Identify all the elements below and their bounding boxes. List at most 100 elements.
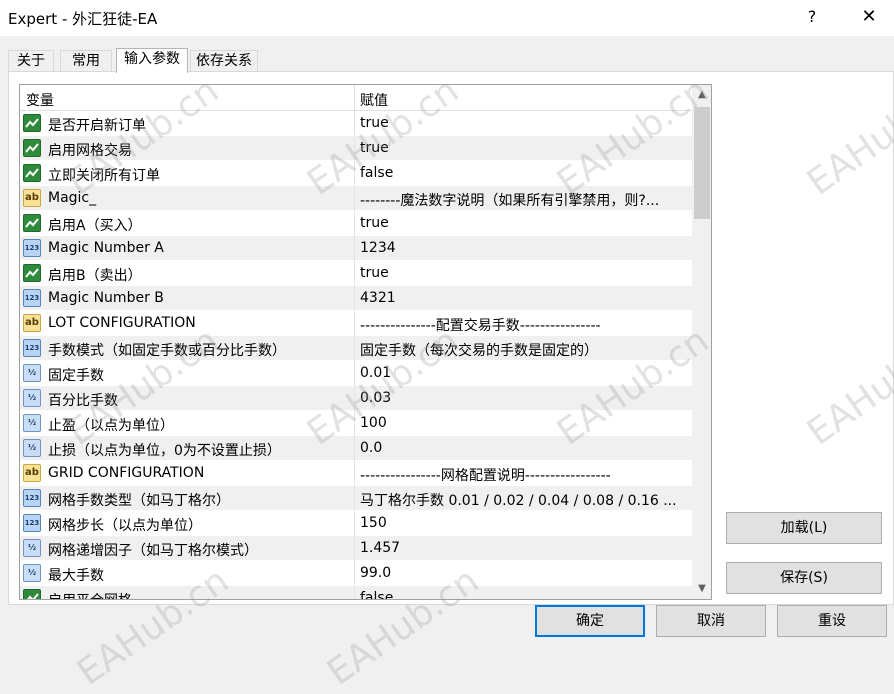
parameter-name: 立即关闭所有订单 <box>48 168 160 184</box>
cell-divider <box>354 461 355 486</box>
parameter-value[interactable]: 0.03 <box>360 390 690 406</box>
parameter-row[interactable]: ab GRID CONFIGURATION ----------------网格配置… <box>20 461 692 486</box>
parameter-row[interactable]: ½ 固定手数 0.01 <box>20 361 692 386</box>
parameter-row[interactable]: ½ 网格递增因子（如马丁格尔模式） 1.457 <box>20 536 692 561</box>
close-button[interactable]: ✕ <box>856 4 882 30</box>
number-123-icon: 123 <box>23 239 41 257</box>
bool-toggle-icon <box>23 139 41 157</box>
parameter-row[interactable]: ab LOT CONFIGURATION ---------------配置交易手数… <box>20 311 692 336</box>
parameter-row[interactable]: 123 网格步长（以点为单位） 150 <box>20 511 692 536</box>
parameter-row[interactable]: 是否开启新订单 true <box>20 111 692 136</box>
scroll-down-arrow-icon[interactable]: ▼ <box>692 579 711 599</box>
grid-rows: 是否开启新订单 true 启用网格交易 true 立即关闭所有订单 false ab Magi… <box>20 111 692 599</box>
parameter-name: 启用网格交易 <box>48 143 132 159</box>
parameter-name: 止损（以点为单位，0为不设置止损） <box>48 443 281 459</box>
column-header-variable[interactable]: 变量 <box>26 90 54 110</box>
number-123-icon: 123 <box>23 514 41 532</box>
scroll-up-arrow-icon[interactable]: ▲ <box>692 85 711 105</box>
parameter-value[interactable]: 150 <box>360 515 690 531</box>
parameter-row[interactable]: ½ 最大手数 99.0 <box>20 561 692 586</box>
parameter-value[interactable]: 0.0 <box>360 440 690 456</box>
parameter-value[interactable]: true <box>360 265 690 281</box>
parameter-value[interactable]: 99.0 <box>360 565 690 581</box>
vertical-scrollbar[interactable]: ▲ ▼ <box>692 85 711 599</box>
parameter-value[interactable]: ----------------网格配置说明----------------- <box>360 465 690 485</box>
bool-toggle-icon <box>23 164 41 182</box>
column-divider[interactable] <box>354 85 355 111</box>
tab-dependencies[interactable]: 依存关系 <box>190 50 258 72</box>
parameter-value[interactable]: false <box>360 590 690 599</box>
parameter-value[interactable]: true <box>360 215 690 231</box>
parameter-value[interactable]: 100 <box>360 415 690 431</box>
cell-divider <box>354 236 355 261</box>
parameter-value[interactable]: 0.01 <box>360 365 690 381</box>
parameter-name: 网格步长（以点为单位） <box>48 518 202 534</box>
parameter-name: Magic_ <box>48 190 97 206</box>
bool-toggle-icon <box>23 264 41 282</box>
parameter-row[interactable]: 123 Magic Number B 4321 <box>20 286 692 311</box>
tab-inputs[interactable]: 输入参数 <box>116 48 188 73</box>
window-title: Expert - 外汇狂徒-EA <box>8 10 158 28</box>
load-button[interactable]: 加载(L) <box>726 512 882 544</box>
parameter-row[interactable]: 立即关闭所有订单 false <box>20 161 692 186</box>
fraction-half-icon: ½ <box>23 564 41 582</box>
help-button[interactable]: ? <box>800 4 824 30</box>
parameter-row[interactable]: 启用B（卖出） true <box>20 261 692 286</box>
cell-divider <box>354 161 355 186</box>
parameter-row[interactable]: ½ 止损（以点为单位，0为不设置止损） 0.0 <box>20 436 692 461</box>
parameter-value[interactable]: 1234 <box>360 240 690 256</box>
parameter-value[interactable]: false <box>360 165 690 181</box>
parameter-value[interactable]: 固定手数（每次交易的手数是固定的） <box>360 340 690 360</box>
parameter-row[interactable]: ½ 止盈（以点为单位） 100 <box>20 411 692 436</box>
parameter-name: 是否开启新订单 <box>48 118 146 134</box>
parameter-value[interactable]: true <box>360 140 690 156</box>
parameter-name: 最大手数 <box>48 568 104 584</box>
cell-divider <box>354 486 355 511</box>
parameter-name: 启用B（卖出） <box>48 268 142 284</box>
scroll-thumb[interactable] <box>694 107 710 219</box>
tab-common[interactable]: 常用 <box>60 50 112 72</box>
cell-divider <box>354 261 355 286</box>
parameter-row[interactable]: 启用平仓网格 false <box>20 586 692 599</box>
fraction-half-icon: ½ <box>23 539 41 557</box>
title-bar: Expert - 外汇狂徒-EA ? ✕ <box>0 0 894 36</box>
parameter-row[interactable]: 123 网格手数类型（如马丁格尔） 马丁格尔手数 0.01 / 0.02 / 0.0… <box>20 486 692 511</box>
tab-about[interactable]: 关于 <box>8 50 54 72</box>
parameter-row[interactable]: ab Magic_ --------魔法数字说明（如果所有引擎禁用，则?... <box>20 186 692 211</box>
cell-divider <box>354 411 355 436</box>
parameters-grid[interactable]: 变量 赋值 是否开启新订单 true 启用网格交易 true 立即关闭所有订单 false… <box>19 84 712 600</box>
cell-divider <box>354 361 355 386</box>
ok-button[interactable]: 确定 <box>535 605 645 637</box>
cell-divider <box>354 536 355 561</box>
parameter-name: 网格手数类型（如马丁格尔） <box>48 493 230 509</box>
ab-string-icon: ab <box>23 464 41 482</box>
bool-toggle-icon <box>23 114 41 132</box>
reset-button[interactable]: 重设 <box>777 605 887 637</box>
parameter-value[interactable]: ---------------配置交易手数---------------- <box>360 315 690 335</box>
parameter-row[interactable]: ½ 百分比手数 0.03 <box>20 386 692 411</box>
parameter-name: 固定手数 <box>48 368 104 384</box>
cell-divider <box>354 561 355 586</box>
cancel-button[interactable]: 取消 <box>656 605 766 637</box>
parameter-row[interactable]: 123 Magic Number A 1234 <box>20 236 692 261</box>
parameter-row[interactable]: 123 手数模式（如固定手数或百分比手数） 固定手数（每次交易的手数是固定的） <box>20 336 692 361</box>
fraction-half-icon: ½ <box>23 439 41 457</box>
parameter-name: Magic Number A <box>48 240 164 256</box>
parameter-name: 启用A（买入） <box>48 218 142 234</box>
ab-string-icon: ab <box>23 189 41 207</box>
cell-divider <box>354 136 355 161</box>
parameter-name: GRID CONFIGURATION <box>48 465 205 481</box>
column-header-value[interactable]: 赋值 <box>360 90 388 110</box>
parameter-value[interactable]: 1.457 <box>360 540 690 556</box>
parameter-value[interactable]: 马丁格尔手数 0.01 / 0.02 / 0.04 / 0.08 / 0.16 … <box>360 490 690 510</box>
save-button[interactable]: 保存(S) <box>726 562 882 594</box>
grid-header: 变量 赋值 <box>20 85 692 111</box>
parameter-row[interactable]: 启用A（买入） true <box>20 211 692 236</box>
parameter-value[interactable]: true <box>360 115 690 131</box>
cell-divider <box>354 436 355 461</box>
parameter-value[interactable]: 4321 <box>360 290 690 306</box>
cell-divider <box>354 286 355 311</box>
parameter-value[interactable]: --------魔法数字说明（如果所有引擎禁用，则?... <box>360 190 690 210</box>
parameter-row[interactable]: 启用网格交易 true <box>20 136 692 161</box>
cell-divider <box>354 111 355 136</box>
